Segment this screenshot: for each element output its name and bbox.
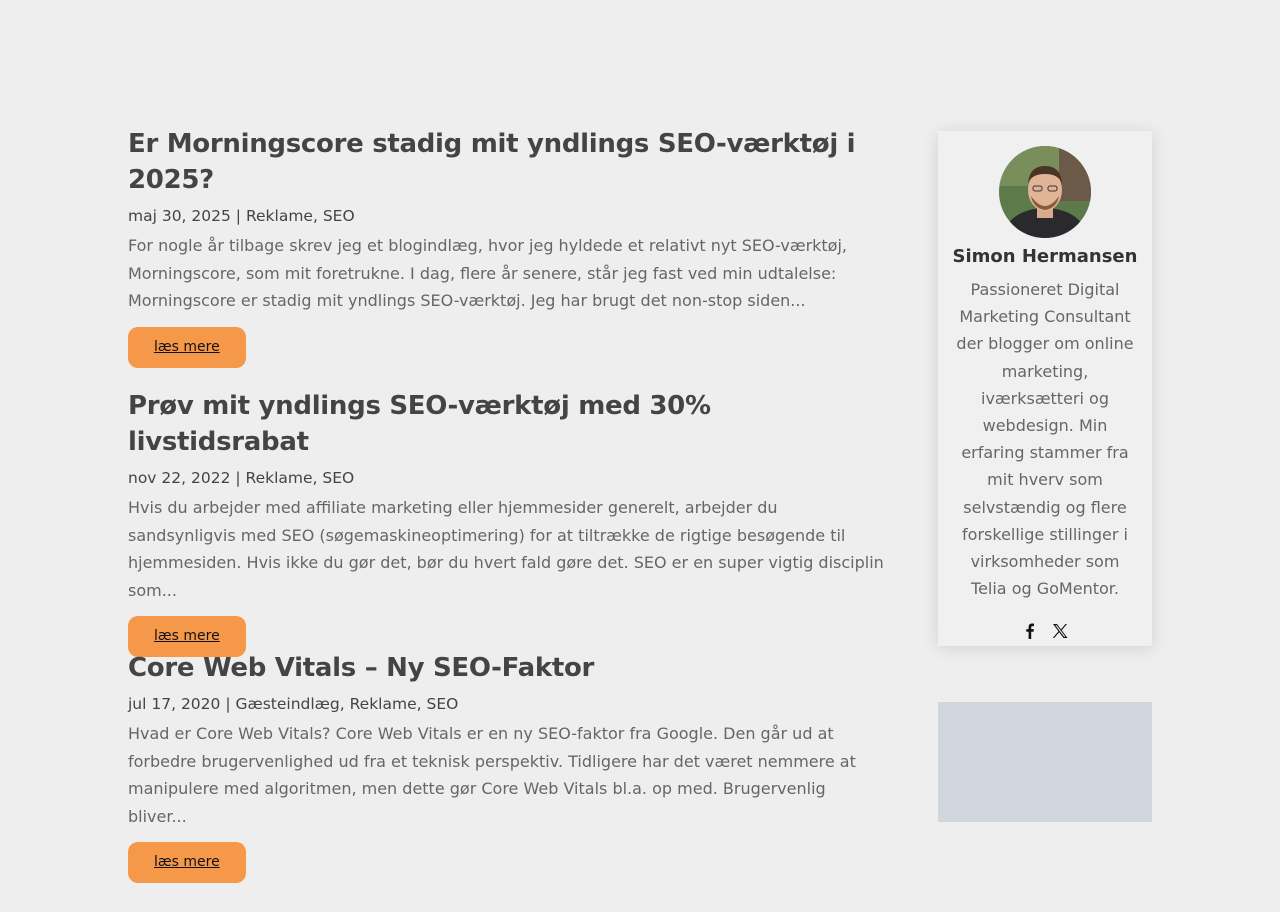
category-link[interactable]: Reklame — [246, 469, 313, 487]
post-meta: maj 30, 2025 | Reklame, SEO — [128, 207, 355, 225]
post-excerpt: Hvad er Core Web Vitals? Core Web Vitals… — [128, 724, 856, 826]
post-item: Er Morningscore stadig mit yndlings SEO-… — [128, 126, 888, 388]
category-link[interactable]: SEO — [323, 207, 355, 225]
x-icon[interactable] — [1051, 622, 1069, 640]
post-excerpt: For nogle år tilbage skrev jeg et blogin… — [128, 236, 847, 310]
post-date: nov 22, 2022 — [128, 469, 231, 487]
read-more-button[interactable]: læs mere — [128, 326, 246, 368]
post-date: maj 30, 2025 — [128, 207, 231, 225]
read-more-button[interactable]: læs mere — [128, 842, 246, 883]
post-date: jul 17, 2020 — [128, 695, 221, 713]
author-card: Simon Hermansen Passioneret Digital Mark… — [938, 131, 1152, 646]
facebook-icon[interactable] — [1021, 622, 1039, 640]
category-link[interactable]: Gæsteindlæg — [235, 695, 339, 713]
author-name: Simon Hermansen — [952, 246, 1138, 267]
author-avatar — [999, 146, 1091, 238]
post-item: Prøv mit yndlings SEO-værktøj med 30% li… — [128, 388, 888, 657]
post-meta: nov 22, 2022 | Reklame, SEO — [128, 469, 355, 487]
post-title[interactable]: Prøv mit yndlings SEO-værktøj med 30% li… — [128, 388, 888, 460]
post-item: Core Web Vitals – Ny SEO-Faktor jul 17, … — [128, 650, 888, 912]
post-list: Er Morningscore stadig mit yndlings SEO-… — [128, 126, 888, 912]
author-bio: Passioneret Digital Marketing Consultant… — [956, 280, 1134, 599]
post-title[interactable]: Core Web Vitals – Ny SEO-Faktor — [128, 650, 888, 686]
category-link[interactable]: Reklame — [246, 207, 313, 225]
category-link[interactable]: SEO — [426, 695, 458, 713]
social-links — [938, 622, 1152, 640]
post-meta: jul 17, 2020 | Gæsteindlæg, Reklame, SEO — [128, 695, 459, 713]
category-link[interactable]: Reklame — [350, 695, 417, 713]
post-title[interactable]: Er Morningscore stadig mit yndlings SEO-… — [128, 126, 888, 198]
category-link[interactable]: SEO — [322, 469, 354, 487]
post-excerpt: Hvis du arbejder med affiliate marketing… — [128, 498, 884, 600]
sidebar-ad-placeholder — [938, 702, 1152, 822]
